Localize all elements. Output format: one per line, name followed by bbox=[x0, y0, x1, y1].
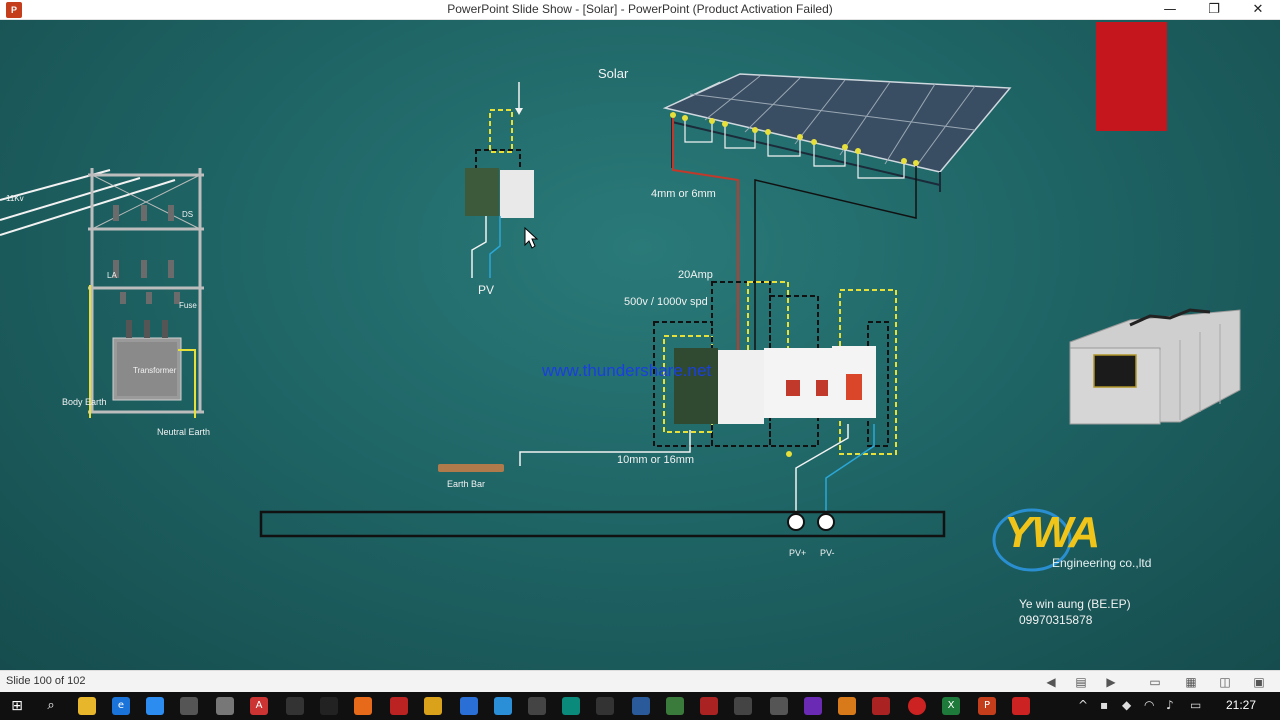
dashed-box-yellow bbox=[489, 109, 513, 153]
app-icon[interactable] bbox=[734, 697, 752, 715]
spd-label: 500v / 1000v spd bbox=[624, 296, 708, 308]
la-label: LA bbox=[107, 271, 117, 280]
normal-view-icon[interactable]: ▭ bbox=[1146, 673, 1164, 691]
firefox-icon[interactable] bbox=[354, 697, 372, 715]
solar-label: Solar bbox=[598, 66, 629, 81]
restore-button[interactable]: ❐ bbox=[1192, 0, 1236, 20]
app-icon[interactable] bbox=[320, 697, 338, 715]
edge-icon[interactable]: e bbox=[112, 697, 130, 715]
slide-sorter-icon[interactable]: ▦ bbox=[1182, 673, 1200, 691]
notification-icon[interactable]: ▭ bbox=[1190, 698, 1201, 712]
app-icon[interactable] bbox=[596, 697, 614, 715]
pv-positive-wire bbox=[672, 118, 739, 350]
small-mcb bbox=[500, 170, 534, 218]
amp-label: 20Amp bbox=[678, 269, 713, 281]
app-icon[interactable] bbox=[424, 697, 442, 715]
windows-start-icon[interactable]: ⊞ bbox=[8, 697, 26, 715]
slide-menu-icon[interactable]: ▤ bbox=[1072, 673, 1090, 691]
zoom-icon[interactable] bbox=[494, 697, 512, 715]
pv-out-neg bbox=[825, 424, 875, 520]
app-icon[interactable] bbox=[286, 697, 304, 715]
earth-bar-label: Earth Bar bbox=[447, 479, 486, 489]
windows-taskbar: ⊞ ⌕ e A X P ^ ▪ ◆ ◠ ♪ ▭ 21:27 bbox=[0, 692, 1280, 720]
neutral-earth-label: Neutral Earth bbox=[157, 427, 211, 437]
pv-plus-label: PV+ bbox=[789, 548, 807, 558]
pv-minus-terminal bbox=[817, 513, 835, 531]
wiring-diagram bbox=[0, 73, 1241, 572]
earth-cable-label: 10mm or 16mm bbox=[617, 454, 695, 466]
app-icon[interactable] bbox=[146, 697, 164, 715]
previous-slide-icon[interactable]: ◀ bbox=[1042, 673, 1060, 691]
acrobat-icon[interactable] bbox=[1012, 697, 1030, 715]
powerpoint-taskbar-icon[interactable]: P bbox=[978, 697, 996, 715]
app-icon[interactable] bbox=[460, 697, 478, 715]
hv-line bbox=[0, 179, 176, 236]
app-icon[interactable] bbox=[216, 697, 234, 715]
app-icon[interactable] bbox=[666, 697, 684, 715]
phone-number: 09970315878 bbox=[1019, 613, 1093, 627]
mcb-module bbox=[718, 350, 764, 424]
visual-studio-icon[interactable] bbox=[804, 697, 822, 715]
app-icon[interactable] bbox=[700, 697, 718, 715]
app-icon[interactable] bbox=[872, 697, 890, 715]
app-tray-icon[interactable]: ▪ bbox=[1100, 698, 1108, 712]
tray-chevron-icon[interactable]: ^ bbox=[1078, 698, 1088, 712]
vlc-icon[interactable] bbox=[838, 697, 856, 715]
isolator-handle bbox=[846, 374, 862, 400]
search-icon[interactable]: ⌕ bbox=[42, 697, 60, 715]
app-icon[interactable] bbox=[180, 697, 198, 715]
mouse-cursor bbox=[524, 226, 539, 249]
output-bus bbox=[259, 510, 946, 538]
reading-view-icon[interactable]: ◫ bbox=[1216, 673, 1234, 691]
slide-canvas[interactable]: Solar 4mm or 6mm 20Amp 500v / 1000v spd … bbox=[0, 20, 1280, 670]
company-name: Engineering co.,ltd bbox=[1052, 556, 1152, 570]
battery-label bbox=[1093, 354, 1137, 388]
transformer-body bbox=[112, 320, 182, 401]
spd-module bbox=[674, 348, 718, 424]
website-watermark: www.thundershare.net bbox=[542, 361, 712, 380]
pv-label: PV bbox=[478, 283, 495, 297]
window-title: PowerPoint Slide Show - [Solar] - PowerP… bbox=[447, 2, 833, 16]
file-explorer-icon[interactable] bbox=[78, 697, 96, 715]
app-icon[interactable] bbox=[528, 697, 546, 715]
dc-breaker-2 bbox=[796, 348, 834, 418]
dropbox-icon[interactable]: ◆ bbox=[1122, 698, 1131, 712]
network-icon[interactable]: ◠ bbox=[1144, 698, 1154, 712]
earth-bar bbox=[438, 464, 504, 472]
app-icon[interactable]: A bbox=[250, 697, 268, 715]
pv-plus-terminal bbox=[787, 513, 805, 531]
body-earth-label: Body Earth bbox=[62, 397, 107, 407]
record-icon[interactable] bbox=[908, 697, 926, 715]
window-titlebar: P PowerPoint Slide Show - [Solar] - Powe… bbox=[0, 0, 1280, 20]
volume-icon[interactable]: ♪ bbox=[1166, 698, 1174, 712]
next-slide-icon[interactable]: ▶ bbox=[1102, 673, 1120, 691]
cable-size-label: 4mm or 6mm bbox=[651, 188, 716, 200]
ds-label: DS bbox=[182, 210, 194, 219]
taskbar-clock[interactable]: 21:27 bbox=[1226, 698, 1256, 712]
pv-negative-wire bbox=[754, 166, 917, 350]
app-icon[interactable] bbox=[390, 697, 408, 715]
kv-label: 11Kv bbox=[6, 194, 24, 203]
fuse-label: Fuse bbox=[179, 301, 197, 310]
solar-array bbox=[662, 73, 1012, 192]
slideshow-statusbar: Slide 100 of 102 ◀ ▤ ▶ ▭ ▦ ◫ ▣ bbox=[0, 670, 1280, 692]
excel-icon[interactable]: X bbox=[942, 697, 960, 715]
company-logo: YWA bbox=[1004, 508, 1100, 557]
minimize-button[interactable]: — bbox=[1148, 0, 1192, 20]
app-icon[interactable] bbox=[632, 697, 650, 715]
app-icon[interactable] bbox=[770, 697, 788, 715]
pv-minus-label: PV- bbox=[820, 548, 835, 558]
close-button[interactable]: ✕ bbox=[1236, 0, 1280, 20]
battery-bank bbox=[1069, 308, 1241, 425]
small-spd bbox=[465, 168, 499, 216]
author-name: Ye win aung (BE.EP) bbox=[1019, 597, 1131, 611]
slideshow-view-icon[interactable]: ▣ bbox=[1250, 673, 1268, 691]
transformer-label: Transformer bbox=[133, 366, 177, 375]
slide-counter: Slide 100 of 102 bbox=[6, 675, 86, 687]
app-icon[interactable] bbox=[562, 697, 580, 715]
